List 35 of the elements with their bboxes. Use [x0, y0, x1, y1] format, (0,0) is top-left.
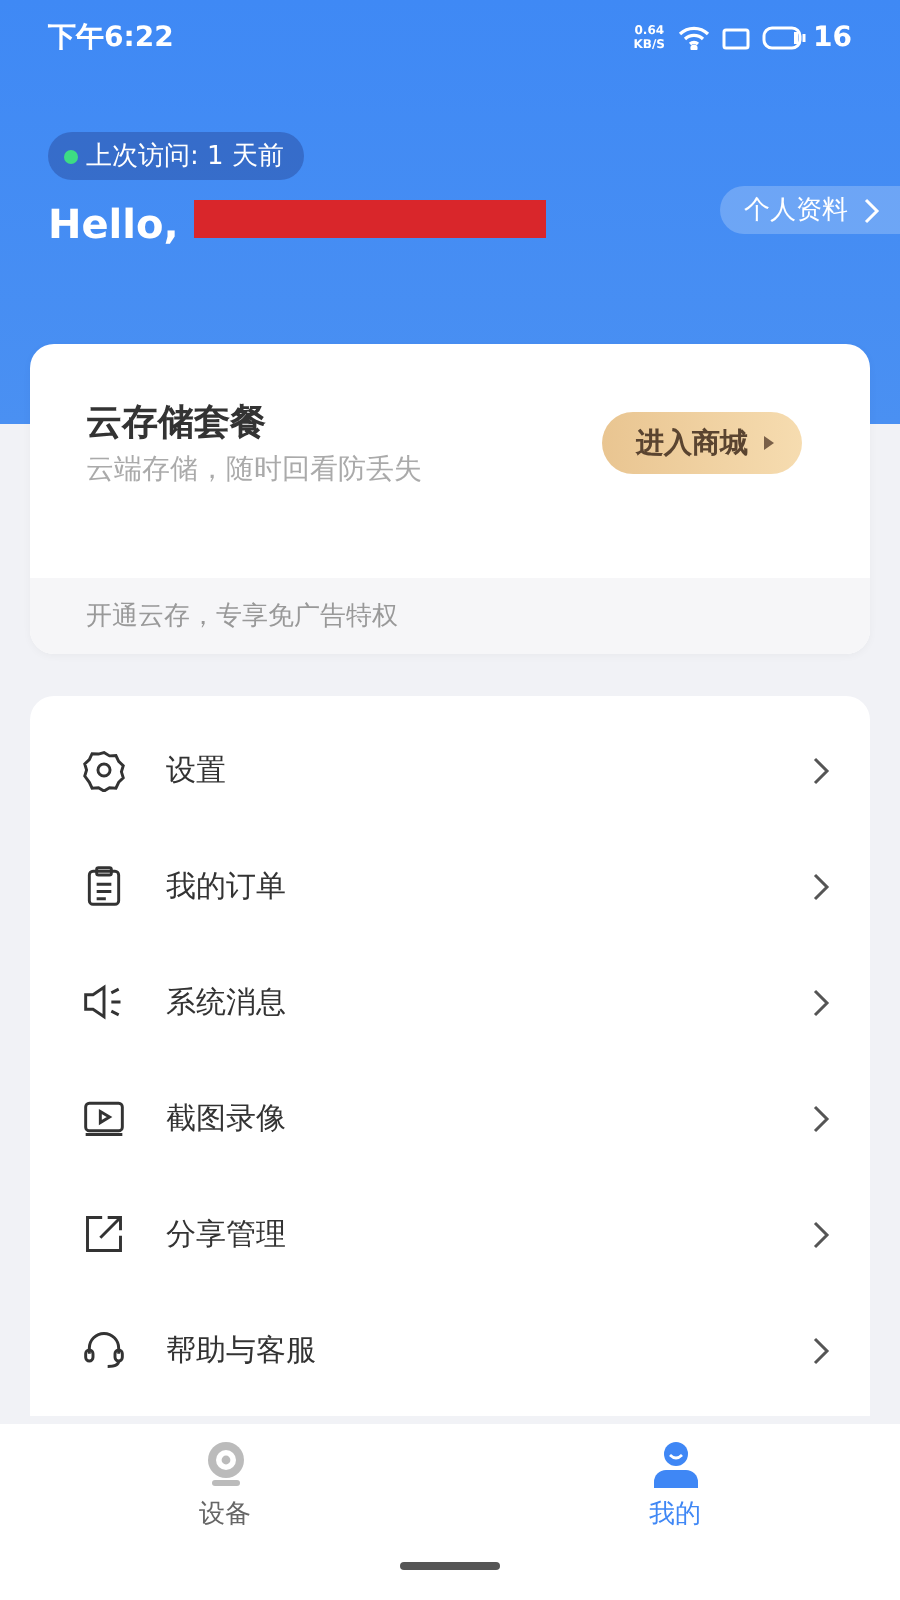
tab[interactable]: 我的	[595, 1440, 755, 1532]
menu-item[interactable]: 系统消息	[30, 944, 870, 1060]
menu-item[interactable]: 分享管理	[30, 1176, 870, 1292]
chevron-right-icon	[812, 987, 830, 1017]
last-visit-text: 上次访问: 1 天前	[86, 140, 284, 174]
greeting: Hello,	[48, 200, 179, 248]
share-icon	[82, 1212, 126, 1256]
wifi-icon	[677, 26, 710, 50]
chevron-right-icon	[812, 1103, 830, 1133]
clipboard-icon	[82, 864, 126, 908]
battery-icon	[761, 26, 806, 50]
chevron-right-icon	[864, 197, 880, 223]
home-indicator	[400, 1562, 500, 1570]
clock-time: 下午6:22	[48, 20, 174, 56]
video-icon	[82, 1096, 126, 1140]
chevron-right-icon	[812, 1219, 830, 1249]
chevron-right-icon	[812, 1335, 830, 1365]
battery-level: 16	[813, 22, 852, 54]
person-icon	[651, 1440, 699, 1488]
tab[interactable]: 设备	[145, 1440, 305, 1532]
triangle-icon	[764, 436, 774, 450]
card-footer: 开通云存，专享免广告特权	[30, 578, 870, 654]
chevron-right-icon	[812, 871, 830, 901]
menu-item[interactable]: 截图录像	[30, 1060, 870, 1176]
menu-item[interactable]: 设置	[30, 712, 870, 828]
menu-item[interactable]: 我的订单	[30, 828, 870, 944]
card-title: 云存储套餐	[86, 400, 268, 446]
speaker-icon	[82, 980, 126, 1024]
settings-icon	[82, 748, 126, 792]
chevron-right-icon	[812, 755, 830, 785]
headset-icon	[82, 1328, 126, 1372]
menu-item[interactable]: 帮助与客服	[30, 1292, 870, 1408]
sim-icon	[721, 27, 750, 49]
store-button[interactable]: 进入商城	[602, 412, 802, 474]
card-subtitle: 云端存储，随时回看防丢失	[86, 452, 424, 488]
